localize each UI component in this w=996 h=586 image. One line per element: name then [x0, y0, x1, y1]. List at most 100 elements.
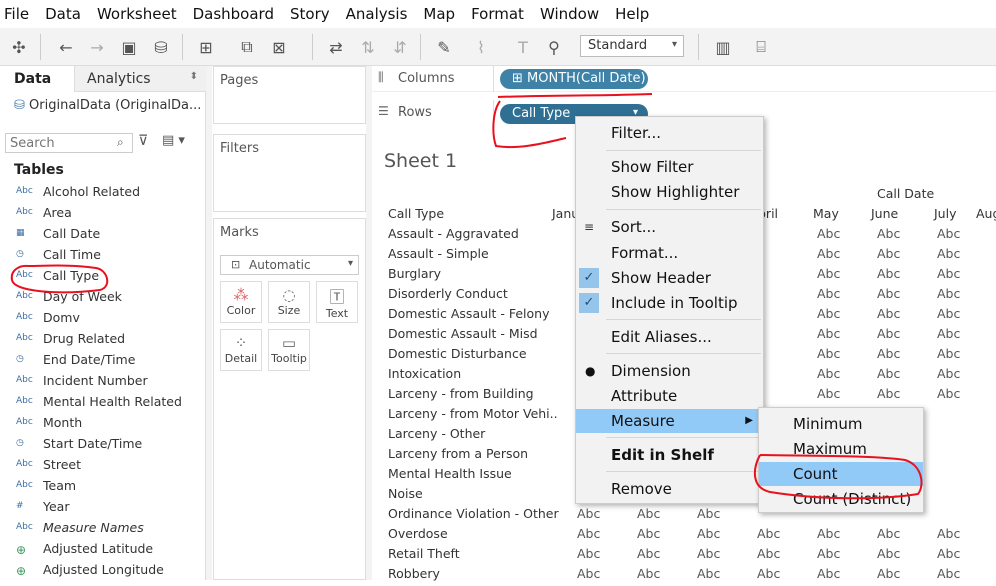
field-item[interactable]: ▦ Call Date: [0, 225, 205, 246]
row-header[interactable]: Ordinance Violation - Other: [388, 506, 559, 526]
expand-arrows-icon[interactable]: ⬍: [190, 71, 198, 82]
mark-type-dropdown[interactable]: ⊡ Automatic ▾: [220, 255, 359, 275]
menu-item-sort[interactable]: ≡ Sort...: [576, 215, 763, 239]
table-cell[interactable]: Abc: [817, 386, 840, 401]
search-input[interactable]: [5, 133, 133, 153]
row-header[interactable]: Robbery: [388, 566, 440, 586]
row-header[interactable]: Domestic Assault - Misd: [388, 326, 538, 346]
table-cell[interactable]: Abc: [877, 366, 900, 381]
table-cell[interactable]: Abc: [577, 526, 600, 541]
show-cards-icon[interactable]: ▥: [712, 36, 734, 58]
tooltip-button[interactable]: ▭ Tooltip: [268, 329, 310, 371]
month-header[interactable]: June: [871, 206, 898, 221]
swap-rows-columns-icon[interactable]: ⇄: [325, 36, 347, 58]
table-cell[interactable]: Abc: [637, 566, 660, 581]
month-header[interactable]: May: [813, 206, 839, 221]
menu-item-measure[interactable]: Measure ▶: [576, 409, 763, 433]
table-cell[interactable]: Abc: [817, 546, 840, 561]
month-call-date-pill[interactable]: ⊞ MONTH(Call Date): [500, 69, 648, 89]
row-header[interactable]: Larceny - from Building: [388, 386, 534, 406]
field-item[interactable]: Abc Area: [0, 204, 205, 225]
table-cell[interactable]: Abc: [877, 546, 900, 561]
month-header[interactable]: Aug: [976, 206, 996, 221]
table-cell[interactable]: Abc: [697, 526, 720, 541]
menu-item-attribute[interactable]: Attribute: [576, 384, 763, 408]
field-item[interactable]: Abc Measure Names: [0, 519, 205, 540]
label-text-icon[interactable]: T: [512, 36, 534, 58]
field-item[interactable]: Abc Incident Number: [0, 372, 205, 393]
table-cell[interactable]: Abc: [757, 546, 780, 561]
table-cell[interactable]: Abc: [937, 526, 960, 541]
menu-item-include-in-tooltip[interactable]: ✓ Include in Tooltip: [576, 291, 763, 315]
back-arrow-icon[interactable]: ←: [55, 36, 77, 58]
table-cell[interactable]: Abc: [937, 306, 960, 321]
menu-item-remove[interactable]: Remove: [576, 477, 763, 501]
table-cell[interactable]: Abc: [877, 226, 900, 241]
tab-analytics[interactable]: Analytics ⬍: [74, 66, 206, 92]
color-button[interactable]: ⁂ Color: [220, 281, 262, 323]
row-header[interactable]: Noise: [388, 486, 423, 506]
table-cell[interactable]: Abc: [577, 546, 600, 561]
table-cell[interactable]: Abc: [877, 326, 900, 341]
filters-card[interactable]: Filters: [213, 134, 366, 212]
field-item[interactable]: Abc Month: [0, 414, 205, 435]
new-datasource-icon[interactable]: ⛁: [150, 36, 172, 58]
row-header[interactable]: Assault - Simple: [388, 246, 489, 266]
table-cell[interactable]: Abc: [877, 246, 900, 261]
table-cell[interactable]: Abc: [817, 246, 840, 261]
row-header[interactable]: Larceny from a Person: [388, 446, 528, 466]
field-item[interactable]: Abc Mental Health Related: [0, 393, 205, 414]
submenu-item-count-distinct[interactable]: Count (Distinct): [759, 487, 923, 511]
submenu-item-minimum[interactable]: Minimum: [759, 412, 923, 436]
forward-arrow-icon[interactable]: →: [86, 36, 108, 58]
menu-story[interactable]: Story: [290, 5, 330, 23]
row-header[interactable]: Retail Theft: [388, 546, 460, 566]
menu-item-format[interactable]: Format...: [576, 241, 763, 265]
table-cell[interactable]: Abc: [937, 226, 960, 241]
menu-item-show-filter[interactable]: Show Filter: [576, 155, 763, 179]
highlight-pen-icon[interactable]: ✎: [433, 36, 455, 58]
table-cell[interactable]: Abc: [877, 386, 900, 401]
field-item[interactable]: Abc Drug Related: [0, 330, 205, 351]
duplicate-sheet-icon[interactable]: ⧉: [236, 36, 258, 58]
table-cell[interactable]: Abc: [697, 506, 720, 521]
field-item[interactable]: Abc Call Type: [0, 267, 205, 288]
menu-item-edit-aliases[interactable]: Edit Aliases...: [576, 325, 763, 349]
field-item[interactable]: Abc Street: [0, 456, 205, 477]
submenu-item-count[interactable]: Count: [759, 462, 923, 486]
size-button[interactable]: ◌ Size: [268, 281, 310, 323]
table-cell[interactable]: Abc: [817, 226, 840, 241]
datasource-item[interactable]: ⛁ OriginalData (OriginalDa...: [0, 92, 205, 122]
sheet-title[interactable]: Sheet 1: [384, 150, 457, 172]
filter-funnel-icon[interactable]: ⊽: [138, 133, 148, 149]
menu-item-show-highlighter[interactable]: Show Highlighter: [576, 180, 763, 204]
row-header[interactable]: Larceny - Other: [388, 426, 485, 446]
sort-descending-icon[interactable]: ⇵: [389, 36, 411, 58]
row-header[interactable]: Domestic Disturbance: [388, 346, 527, 366]
table-cell[interactable]: Abc: [937, 546, 960, 561]
table-cell[interactable]: Abc: [937, 266, 960, 281]
table-cell[interactable]: Abc: [697, 566, 720, 581]
row-header[interactable]: Domestic Assault - Felony: [388, 306, 550, 326]
menu-analysis[interactable]: Analysis: [346, 5, 408, 23]
table-cell[interactable]: Abc: [817, 326, 840, 341]
group-paperclip-icon[interactable]: ⌇: [470, 36, 492, 58]
columns-shelf[interactable]: ⫼ Columns ⊞ MONTH(Call Date): [372, 66, 996, 92]
table-cell[interactable]: Abc: [877, 266, 900, 281]
table-cell[interactable]: Abc: [937, 566, 960, 581]
table-cell[interactable]: Abc: [937, 366, 960, 381]
table-cell[interactable]: Abc: [937, 286, 960, 301]
fit-dropdown[interactable]: Standard ▾: [580, 35, 684, 57]
menu-item-show-header[interactable]: ✓ Show Header: [576, 266, 763, 290]
table-cell[interactable]: Abc: [757, 566, 780, 581]
menu-item-filter[interactable]: Filter...: [576, 121, 763, 145]
tableau-logo-icon[interactable]: ✣: [8, 36, 30, 58]
presentation-mode-icon[interactable]: ⌸: [750, 36, 772, 58]
text-button[interactable]: 🅃 Text: [316, 281, 358, 323]
menu-item-dimension[interactable]: ● Dimension: [576, 359, 763, 383]
menu-dashboard[interactable]: Dashboard: [193, 5, 274, 23]
field-item[interactable]: ⊕ Adjusted Latitude: [0, 540, 205, 561]
menu-file[interactable]: File: [4, 5, 29, 23]
field-item[interactable]: Abc Domv: [0, 309, 205, 330]
field-item[interactable]: Abc Team: [0, 477, 205, 498]
